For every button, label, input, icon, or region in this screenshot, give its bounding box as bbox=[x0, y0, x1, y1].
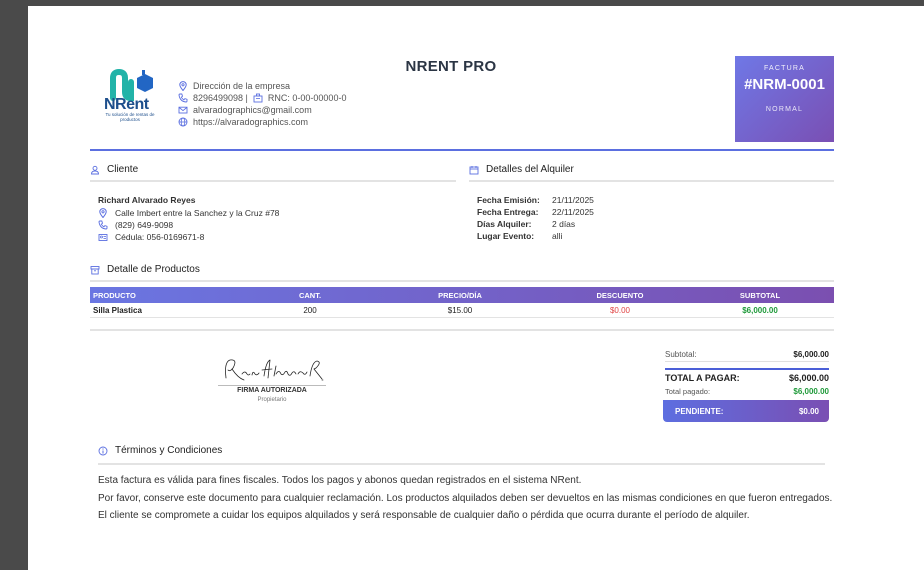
signature-role: Propietario bbox=[257, 397, 287, 403]
rental-value: alli bbox=[552, 231, 563, 241]
signature-line bbox=[218, 385, 326, 386]
calendar-icon bbox=[469, 165, 479, 175]
rental-section-title: Detalles del Alquiler bbox=[469, 164, 574, 175]
total-label: TOTAL A PAGAR: bbox=[665, 373, 740, 383]
paid-value: $6,000.00 bbox=[793, 386, 829, 396]
company-website-row: https://alvaradographics.com bbox=[178, 116, 346, 128]
company-address: Dirección de la empresa bbox=[193, 81, 291, 91]
terms-text: Esta factura es válida para fines fiscal… bbox=[98, 472, 832, 525]
client-info: Richard Alvarado Reyes Calle Imbert entr… bbox=[98, 195, 279, 243]
company-name: NRENT PRO bbox=[405, 58, 497, 75]
client-id: Cédula: 056-0169671-8 bbox=[115, 232, 205, 242]
phone-icon bbox=[178, 93, 188, 103]
logo-tagline: Tu solución de rentas de productos bbox=[105, 112, 155, 122]
col-header-discount: DESCUENTO bbox=[596, 290, 644, 300]
terms-section-title: Términos y Condiciones bbox=[98, 445, 222, 456]
products-table-header: PRODUCTO CANT. PRECIO/DÍA DESCUENTO SUBT… bbox=[90, 287, 834, 303]
cell-price: $15.00 bbox=[447, 305, 473, 315]
envelope-icon bbox=[178, 105, 188, 115]
rental-value: 21/11/2025 bbox=[552, 195, 594, 205]
total-row: TOTAL A PAGAR: $6,000.00 bbox=[665, 368, 829, 384]
client-id-row: Cédula: 056-0169671-8 bbox=[98, 231, 279, 243]
rental-label: Fecha Entrega: bbox=[477, 207, 539, 217]
company-address-row: Dirección de la empresa bbox=[178, 80, 346, 92]
client-section-title: Cliente bbox=[90, 164, 138, 175]
client-name: Richard Alvarado Reyes bbox=[98, 195, 196, 205]
id-card-icon bbox=[98, 232, 108, 242]
cell-subtotal: $6,000.00 bbox=[742, 305, 778, 315]
rental-value: 22/11/2025 bbox=[552, 207, 594, 217]
company-contact: Dirección de la empresa 8296499098 | RNC… bbox=[178, 80, 346, 128]
table-divider bbox=[90, 329, 834, 331]
rental-row: Lugar Evento: alli bbox=[477, 231, 594, 243]
terms-section-line bbox=[98, 463, 825, 465]
col-header-product: PRODUCTO bbox=[93, 290, 136, 300]
company-email[interactable]: alvaradographics@gmail.com bbox=[193, 105, 312, 115]
products-section-title: Detalle de Productos bbox=[90, 264, 200, 275]
terms-line: Por favor, conserve este documento para … bbox=[98, 492, 833, 504]
company-phone: 8296499098 | bbox=[193, 93, 248, 103]
col-header-qty: CANT. bbox=[298, 290, 322, 300]
cell-discount: $0.00 bbox=[609, 305, 631, 315]
client-section-line bbox=[90, 180, 456, 182]
phone-icon bbox=[98, 220, 108, 230]
subtotal-value: $6,000.00 bbox=[793, 350, 829, 359]
building-icon bbox=[253, 93, 263, 103]
cell-product: Silla Plastica bbox=[93, 305, 142, 315]
pending-label: PENDIENTE: bbox=[675, 406, 724, 416]
company-rnc: RNC: 0-00-00000-0 bbox=[267, 93, 347, 103]
location-pin-icon bbox=[98, 208, 108, 218]
rental-row: Días Alquiler: 2 días bbox=[477, 219, 594, 231]
col-header-price: PRECIO/DÍA bbox=[438, 290, 482, 300]
cell-qty: 200 bbox=[303, 305, 317, 315]
invoice-label: FACTURA bbox=[763, 65, 806, 72]
client-phone-row: (829) 649-9098 bbox=[98, 219, 279, 231]
invoice-page: NRent Tu solución de rentas de productos… bbox=[28, 6, 924, 570]
terms-section-label: Términos y Condiciones bbox=[115, 445, 223, 456]
col-header-subtotal: SUBTOTAL bbox=[739, 290, 781, 300]
client-address: Calle Imbert entre la Sanchez y la Cruz … bbox=[115, 208, 280, 218]
totals-box: Subtotal: $6,000.00 TOTAL A PAGAR: $6,00… bbox=[665, 348, 829, 398]
company-email-row: alvaradographics@gmail.com bbox=[178, 104, 346, 116]
pending-bar: PENDIENTE: $0.00 bbox=[663, 400, 829, 422]
archive-box-icon bbox=[90, 265, 100, 275]
invoice-number: #NRM-0001 bbox=[744, 76, 825, 93]
rental-row: Fecha Emisión: 21/11/2025 bbox=[477, 195, 594, 207]
rental-row: Fecha Entrega: 22/11/2025 bbox=[477, 207, 594, 219]
rental-section-line bbox=[469, 180, 834, 182]
signature-label: FIRMA AUTORIZADA bbox=[237, 387, 307, 394]
location-pin-icon bbox=[178, 81, 188, 91]
client-phone: (829) 649-9098 bbox=[115, 220, 174, 230]
products-section-line bbox=[90, 280, 834, 282]
info-icon bbox=[98, 446, 108, 456]
rental-label: Días Alquiler: bbox=[477, 219, 532, 229]
client-address-row: Calle Imbert entre la Sanchez y la Cruz … bbox=[98, 207, 279, 219]
pending-value: $0.00 bbox=[798, 406, 819, 416]
signature-image bbox=[225, 359, 324, 381]
header-divider bbox=[90, 149, 834, 151]
rental-details: Fecha Emisión: 21/11/2025 Fecha Entrega: 2… bbox=[477, 195, 594, 243]
client-section-label: Cliente bbox=[107, 164, 139, 175]
rental-section-label: Detalles del Alquiler bbox=[486, 164, 574, 175]
invoice-status: NORMAL bbox=[765, 106, 804, 113]
paid-row: Total pagado: $6,000.00 bbox=[665, 384, 829, 398]
subtotal-row: Subtotal: $6,000.00 bbox=[665, 348, 829, 362]
globe-icon bbox=[178, 117, 188, 127]
invoice-badge: FACTURA #NRM-0001 NORMAL bbox=[735, 56, 834, 142]
paid-label: Total pagado: bbox=[665, 386, 711, 396]
rental-label: Fecha Emisión: bbox=[477, 195, 540, 205]
terms-line: Esta factura es válida para fines fiscal… bbox=[98, 475, 582, 486]
subtotal-label: Subtotal: bbox=[665, 350, 697, 359]
table-row: Silla Plastica 200 $15.00 $0.00 $6,000.0… bbox=[90, 303, 834, 318]
user-icon bbox=[90, 165, 100, 175]
company-phone-row: 8296499098 | RNC: 0-00-00000-0 bbox=[178, 92, 346, 104]
products-section-label: Detalle de Productos bbox=[107, 264, 200, 275]
company-website[interactable]: https://alvaradographics.com bbox=[193, 117, 308, 127]
terms-line: El cliente se compromete a cuidar los eq… bbox=[98, 510, 750, 521]
total-value: $6,000.00 bbox=[788, 373, 829, 383]
rental-label: Lugar Evento: bbox=[477, 231, 535, 241]
rental-value: 2 días bbox=[552, 219, 576, 229]
